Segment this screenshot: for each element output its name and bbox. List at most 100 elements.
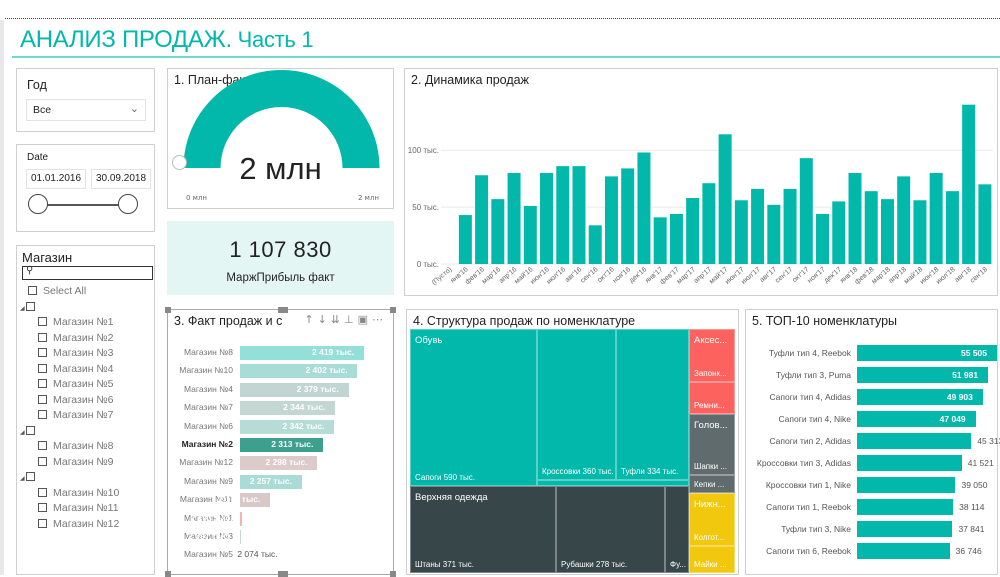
resize-handle[interactable] — [278, 307, 288, 313]
arrow-down-icon[interactable]: ↓ — [318, 313, 331, 326]
top10-row[interactable]: Кроссовки тип 3, Adidas41 521 — [746, 455, 997, 471]
year-dropdown[interactable]: Все ⌄ — [26, 99, 146, 121]
treemap-cell-tshirts[interactable]: Майки ... — [689, 546, 735, 573]
checkbox[interactable] — [38, 348, 47, 357]
top10-row[interactable]: Туфли тип 3, Puma51 981 — [746, 367, 997, 383]
store-bar-row[interactable]: Магазин №12 103 тыс. — [168, 512, 393, 526]
checkbox[interactable] — [38, 457, 47, 466]
focus-mode-icon[interactable]: ▣ — [358, 313, 372, 326]
date-slider-end-handle[interactable] — [118, 194, 138, 214]
treemap-cell-shirts[interactable]: Рубашки 278 тыс. — [556, 486, 665, 573]
store-option[interactable]: Магазин №10 — [38, 487, 119, 499]
resize-handle[interactable] — [165, 307, 171, 313]
store-bar-row[interactable]: Магазин №2 2 313 тыс. — [168, 438, 393, 452]
store-bar-row[interactable]: Магазин №122 298 тыс. — [168, 456, 393, 470]
checkbox[interactable] — [38, 379, 47, 388]
treemap-cell-sneakers[interactable]: Кроссовки 360 тыс. — [537, 329, 616, 480]
store-option[interactable]: Магазин №8 — [38, 440, 114, 452]
checkbox[interactable] — [38, 441, 47, 450]
store-bar-row[interactable]: Магазин №42 379 тыс. — [168, 383, 393, 397]
store-bar-value: 2 313 тыс. — [271, 439, 313, 449]
store-option[interactable]: Магазин №6 — [38, 394, 114, 406]
checkbox[interactable] — [38, 317, 47, 326]
checkbox[interactable] — [28, 286, 37, 295]
checkbox[interactable] — [38, 410, 47, 419]
top10-bar[interactable] — [857, 477, 955, 493]
treemap-cell-boots[interactable]: ОбувьСапоги 590 тыс. — [410, 329, 537, 486]
double-arrow-down-icon[interactable]: ⇊ — [331, 313, 344, 326]
store-bar-label: Магазин №2 — [182, 439, 233, 449]
store-bar[interactable] — [240, 512, 242, 526]
store-bar-row[interactable]: Магазин №112 175 тыс. — [168, 493, 393, 507]
checkbox[interactable] — [38, 519, 47, 528]
store-group-header[interactable]: ◢ — [20, 425, 41, 437]
top10-row[interactable]: Туфли тип 3, Nike37 841 — [746, 521, 997, 537]
top10-bar[interactable] — [857, 455, 962, 471]
store-group-header[interactable]: ◢ — [20, 301, 41, 313]
column-bar — [881, 199, 894, 264]
checkbox[interactable] — [38, 333, 47, 342]
checkbox[interactable] — [26, 302, 35, 311]
top10-row[interactable]: Туфли тип 4, Reebok55 505 — [746, 345, 997, 361]
expand-triangle-icon[interactable]: ◢ — [20, 306, 25, 312]
treemap-cell-belts[interactable]: Ремни... — [689, 382, 735, 414]
arrow-up-icon[interactable]: ↑ — [304, 313, 317, 326]
store-bar-row[interactable]: Магазин №32 097 тыс. — [168, 530, 393, 544]
top10-row[interactable]: Сапоги тип 2, Adidas45 313 — [746, 433, 997, 449]
store-bar-value: 2 298 тыс. — [265, 457, 307, 467]
store-bar-row[interactable]: Магазин №62 342 тыс. — [168, 420, 393, 434]
top10-bar[interactable] — [857, 543, 950, 559]
store-option[interactable]: Магазин №9 — [38, 456, 114, 468]
store-option[interactable]: Магазин №12 — [38, 518, 119, 530]
select-all-option[interactable]: Select All — [28, 285, 86, 297]
store-option[interactable]: Магазин №4 — [38, 363, 114, 375]
top10-row[interactable]: Сапоги тип 4, Adidas49 903 — [746, 389, 997, 405]
resize-handle[interactable] — [165, 571, 171, 577]
treemap-cell-fu[interactable]: Фу... — [665, 486, 689, 573]
store-bar-row[interactable]: Магазин №72 344 тыс. — [168, 401, 393, 415]
store-bar-row[interactable]: Магазин №92 257 тыс. — [168, 475, 393, 489]
expand-triangle-icon[interactable]: ◢ — [20, 430, 25, 436]
checkbox[interactable] — [38, 503, 47, 512]
store-option[interactable]: Магазин №5 — [38, 378, 114, 390]
store-option[interactable]: Магазин №3 — [38, 347, 114, 359]
store-option[interactable]: Магазин №11 — [38, 502, 119, 514]
top10-row[interactable]: Сапоги тип 6, Reebok36 746 — [746, 543, 997, 559]
treemap-cell-cufflinks[interactable]: Аксес...Запонк... — [689, 329, 735, 382]
date-end-input[interactable]: 30.09.2018 — [91, 169, 151, 189]
treemap-cell-pants[interactable]: Верхняя одеждаШтаны 371 тыс. — [410, 486, 556, 573]
date-slider-start-handle[interactable] — [28, 194, 48, 214]
checkbox[interactable] — [38, 488, 47, 497]
treemap-cell-shoes[interactable]: Туфли 334 тыс. — [616, 329, 689, 480]
store-option[interactable]: Магазин №1 — [38, 316, 114, 328]
store-bar-row[interactable]: Магазин №52 074 тыс. — [168, 548, 393, 562]
resize-handle[interactable] — [278, 571, 288, 577]
store-search-input[interactable]: ⚲ — [22, 266, 153, 280]
select-all-label: Select All — [43, 285, 86, 297]
top10-bar[interactable] — [857, 433, 971, 449]
resize-handle[interactable] — [390, 571, 396, 577]
top10-row[interactable]: Сапоги тип 4, Nike47 049 — [746, 411, 997, 427]
checkbox[interactable] — [38, 364, 47, 373]
store-option[interactable]: Магазин №7 — [38, 409, 114, 421]
top10-row[interactable]: Кроссовки тип 1, Nike39 050 — [746, 477, 997, 493]
treemap-cell-tights[interactable]: Нижн...Колгот... — [689, 493, 735, 546]
hierarchy-icon[interactable]: ⊥ — [344, 313, 358, 326]
checkbox[interactable] — [26, 472, 35, 481]
expand-triangle-icon[interactable]: ◢ — [20, 476, 25, 482]
top10-row[interactable]: Сапоги тип 1, Reebok38 114 — [746, 499, 997, 515]
top10-bar[interactable] — [857, 521, 952, 537]
date-start-input[interactable]: 01.01.2016 — [26, 169, 86, 189]
checkbox[interactable] — [26, 426, 35, 435]
checkbox[interactable] — [38, 395, 47, 404]
treemap-item-label: Сапоги 590 тыс. — [415, 473, 475, 482]
resize-handle[interactable] — [390, 307, 396, 313]
more-options-icon[interactable]: ⋯ — [372, 313, 387, 326]
treemap-cell-caps[interactable]: Кепки ... — [689, 475, 735, 493]
store-option[interactable]: Магазин №2 — [38, 332, 114, 344]
top10-bar[interactable] — [857, 499, 953, 515]
treemap-cell-hats[interactable]: Голов...Шапки ... — [689, 414, 735, 475]
store-group-header[interactable]: ◢ — [20, 471, 41, 483]
store-bar-row[interactable]: Магазин №82 419 тыс. — [168, 346, 393, 360]
store-bar-row[interactable]: Магазин №102 402 тыс. — [168, 364, 393, 378]
